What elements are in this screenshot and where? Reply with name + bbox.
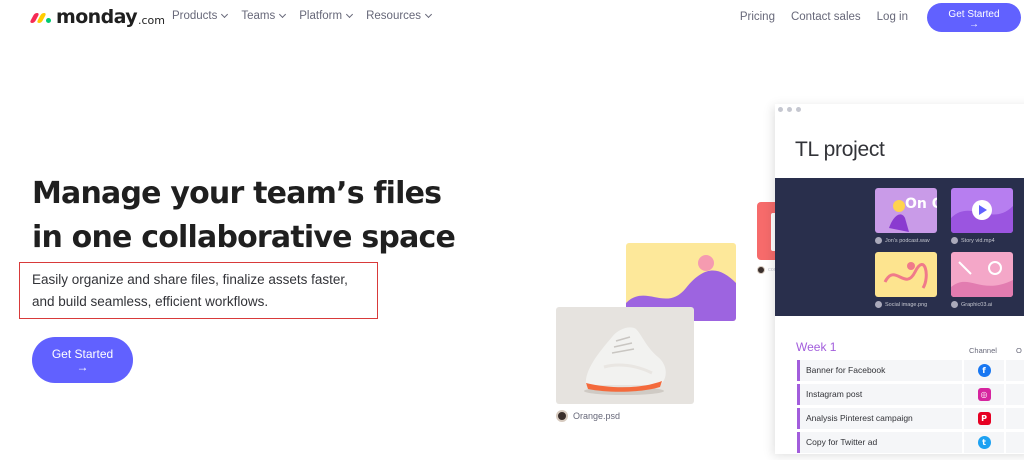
table-cell bbox=[1006, 360, 1024, 381]
thumbnail-caption: Social image.png bbox=[875, 301, 927, 308]
avatar bbox=[757, 266, 765, 274]
table-cell bbox=[1006, 384, 1024, 405]
column-header-next: O bbox=[1016, 346, 1022, 355]
channel-cell: f bbox=[964, 360, 1004, 381]
menu-platform-label: Platform bbox=[299, 10, 343, 22]
sneaker-image-icon bbox=[584, 327, 666, 395]
contact-sales-link[interactable]: Contact sales bbox=[791, 11, 861, 23]
sneaker-photo-card bbox=[556, 307, 694, 404]
main-menu: Products Teams Platform Resources bbox=[172, 10, 433, 22]
avatar bbox=[556, 410, 568, 422]
sneaker-file-caption: Orange.psd bbox=[556, 410, 620, 422]
column-header-channel: Channel bbox=[969, 346, 997, 355]
monday-logo-mark-icon bbox=[29, 10, 52, 24]
window-dots-icon bbox=[778, 107, 801, 112]
menu-resources-label: Resources bbox=[366, 10, 422, 22]
login-link[interactable]: Log in bbox=[877, 11, 908, 23]
chevron-down-icon bbox=[221, 10, 229, 19]
channel-cell: P bbox=[964, 408, 1004, 429]
logo-suffix: .com bbox=[138, 13, 166, 27]
sneaker-file-name: Orange.psd bbox=[573, 411, 621, 421]
hero-subtext: Easily organize and share files, finaliz… bbox=[19, 262, 378, 319]
instagram-icon: ◎ bbox=[977, 388, 991, 401]
hero-headline: Manage your team’s files in one collabor… bbox=[32, 172, 492, 260]
social-image-thumbnail bbox=[875, 252, 937, 297]
menu-products[interactable]: Products bbox=[172, 10, 229, 22]
headline-line-2: in one collaborative space bbox=[32, 220, 456, 255]
menu-teams-label: Teams bbox=[241, 10, 276, 22]
menu-products-label: Products bbox=[172, 10, 218, 22]
thumbnail-caption: Story vid.mp4 bbox=[951, 237, 995, 244]
twitter-icon: t bbox=[977, 436, 991, 449]
table-row[interactable]: Banner for Facebook bbox=[797, 360, 962, 381]
table-row[interactable]: Instagram post bbox=[797, 384, 962, 405]
table-row[interactable]: Analysis Pinterest campaign bbox=[797, 408, 962, 429]
thumbnail-filename: Story vid.mp4 bbox=[961, 237, 995, 244]
channel-cell: t bbox=[964, 432, 1004, 453]
nav-get-started-button[interactable]: Get Started → bbox=[927, 3, 1021, 32]
graphic-thumbnail bbox=[951, 252, 1013, 297]
thumbnail-caption: Graphic03.ai bbox=[951, 301, 992, 308]
project-title: TL project bbox=[795, 138, 885, 161]
chevron-down-icon bbox=[279, 10, 287, 19]
facebook-icon: f bbox=[977, 364, 991, 377]
menu-platform[interactable]: Platform bbox=[299, 10, 354, 22]
group-title[interactable]: Week 1 bbox=[796, 340, 836, 354]
table-cell bbox=[1006, 432, 1024, 453]
thumbnail-caption: Jon's podcast.wav bbox=[875, 237, 930, 244]
monday-logo[interactable]: monday .com bbox=[29, 4, 166, 30]
top-navigation: monday .com Products Teams Platform Reso… bbox=[0, 0, 1024, 36]
pinterest-icon: P bbox=[977, 412, 991, 425]
nav-right-links: Pricing Contact sales Log in bbox=[740, 11, 908, 23]
squiggle-image-icon bbox=[883, 262, 928, 289]
arrow-right-icon: → bbox=[76, 360, 89, 374]
chevron-down-icon bbox=[425, 10, 433, 19]
menu-resources[interactable]: Resources bbox=[366, 10, 433, 22]
thumbnail-filename: Social image.png bbox=[885, 301, 928, 308]
menu-teams[interactable]: Teams bbox=[241, 10, 287, 22]
podcast-thumbnail: On Off bbox=[875, 188, 937, 233]
hero-get-started-label: Get Started bbox=[51, 347, 114, 361]
svg-text:On Off: On Off bbox=[905, 196, 937, 212]
subtext-line-2: and build seamless, efficient workflows. bbox=[32, 294, 269, 309]
video-thumbnail[interactable] bbox=[951, 188, 1013, 233]
thumbnail-filename: Graphic03.ai bbox=[961, 301, 993, 308]
table-cell bbox=[1006, 408, 1024, 429]
chevron-down-icon bbox=[346, 10, 354, 19]
subtext-line-1: Easily organize and share files, finaliz… bbox=[32, 272, 348, 287]
table-row[interactable]: Copy for Twitter ad bbox=[797, 432, 962, 453]
podcast-artwork-icon: On Off bbox=[889, 196, 937, 232]
abstract-graphic-icon bbox=[951, 261, 1013, 297]
logo-text: monday bbox=[56, 6, 138, 28]
play-icon bbox=[951, 200, 1013, 233]
channel-cell: ◎ bbox=[964, 384, 1004, 405]
pricing-link[interactable]: Pricing bbox=[740, 11, 775, 23]
hero-get-started-button[interactable]: Get Started → bbox=[32, 337, 133, 383]
headline-line-1: Manage your team’s files bbox=[32, 176, 442, 211]
thumbnail-filename: Jon's podcast.wav bbox=[885, 237, 930, 244]
arrow-right-icon: → bbox=[969, 19, 979, 30]
